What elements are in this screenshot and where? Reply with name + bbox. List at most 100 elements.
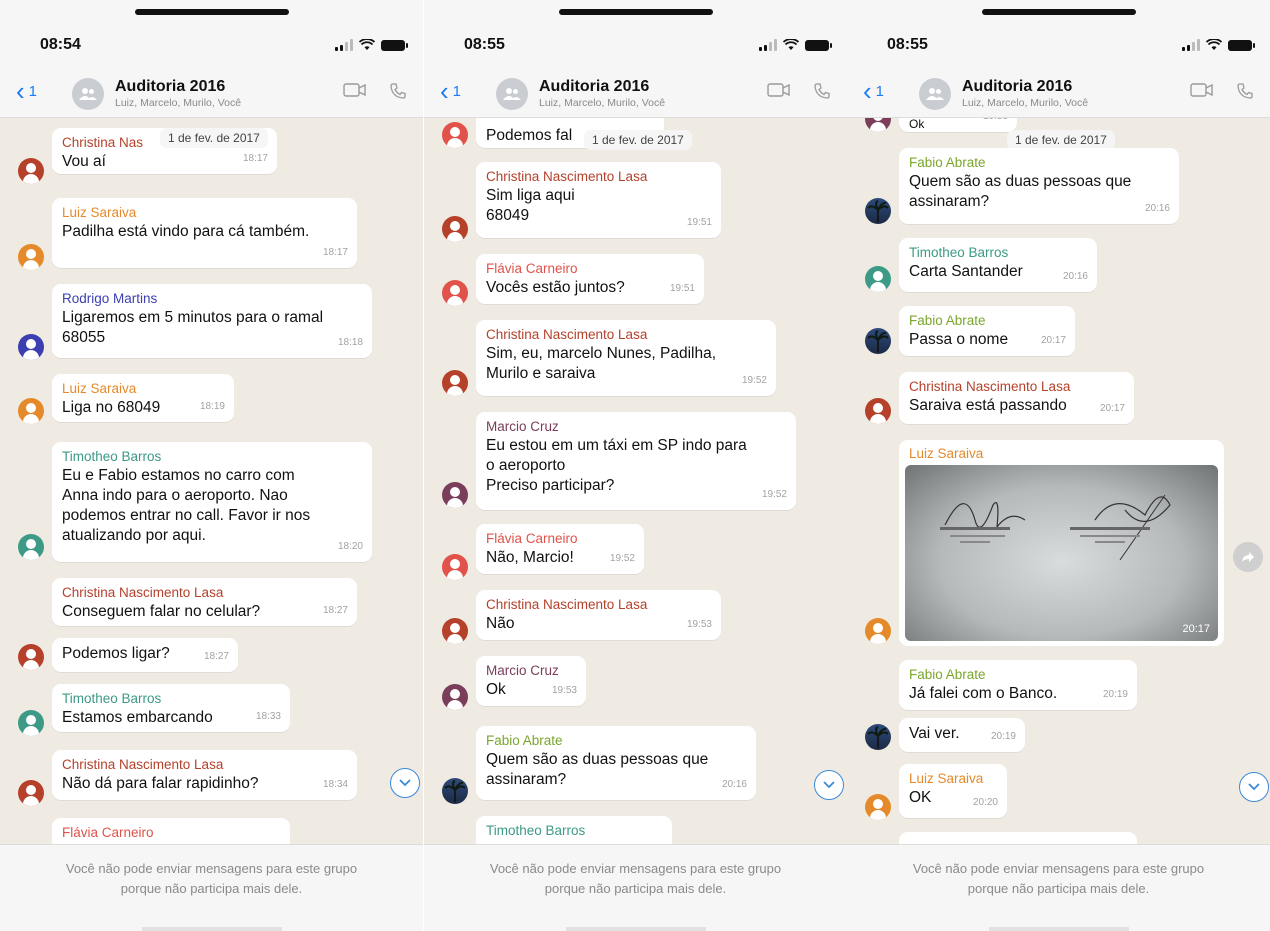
group-icon [79, 88, 97, 100]
message-bubble[interactable]: Christina Nascimento Lasa Sim, eu, marce… [476, 320, 776, 396]
message-bubble[interactable]: Fabio Abrate Quem são as duas pessoas qu… [476, 726, 756, 800]
avatar[interactable] [442, 684, 468, 710]
message-bubble[interactable]: Rodrigo Martins Ligaremos em 5 minutos p… [52, 284, 372, 358]
video-call-icon[interactable] [343, 82, 367, 98]
message-time: 18:33 [255, 711, 281, 722]
message-bubble[interactable]: Vai ver. 20:19 [899, 718, 1025, 752]
avatar[interactable] [865, 198, 891, 224]
message-bubble[interactable]: Flávia Carneiro Vocês estão juntos? 19:5… [476, 254, 704, 304]
avatar[interactable] [18, 710, 44, 736]
message-bubble[interactable]: Timotheo Barros Estamos embarcando 18:33 [52, 684, 290, 732]
message-sender: Christina Nascimento Lasa [909, 379, 1071, 394]
avatar[interactable] [18, 244, 44, 270]
palm-tree-icon [867, 726, 889, 748]
back-button[interactable]: ‹ 1 [863, 78, 885, 104]
message-sender: Christina Nascimento Lasa [62, 585, 224, 600]
avatar[interactable] [18, 534, 44, 560]
avatar[interactable] [442, 554, 468, 580]
video-call-icon[interactable] [767, 82, 791, 98]
message-sender: Marcio Cruz [486, 663, 559, 678]
message-sender: Christina Nascimento Lasa [62, 757, 224, 772]
group-avatar[interactable] [72, 78, 104, 110]
message-sender: Christina Nascimento Lasa [486, 597, 648, 612]
message-text: Carta Santander [909, 263, 1023, 280]
message-time: 20:16 [1062, 271, 1088, 282]
back-button[interactable]: ‹ 1 [16, 78, 37, 104]
message-bubble[interactable]: Christina Nascimento Lasa Conseguem fala… [52, 578, 357, 626]
chat-area[interactable]: Ok 19:53 1 de fev. de 2017 Fabio Abrate … [847, 118, 1270, 844]
message-bubble[interactable]: Ok 19:53 [899, 118, 1017, 132]
message-bubble[interactable]: Marcio Cruz Ok 19:53 [476, 656, 586, 706]
chat-area[interactable]: Podemos fal 1 de fev. de 2017 Christina … [424, 118, 847, 844]
chat-area[interactable]: Christina Nas Vou aí 18:17 1 de fev. de … [0, 118, 423, 844]
avatar[interactable] [442, 122, 468, 148]
phone-call-icon[interactable] [813, 82, 831, 100]
avatar[interactable] [442, 280, 468, 306]
avatar[interactable] [865, 794, 891, 820]
message-time: 18:18 [337, 337, 363, 348]
phone-call-icon[interactable] [1236, 82, 1254, 100]
message-text: Conseguem falar no celular? [62, 603, 261, 620]
avatar[interactable] [865, 398, 891, 424]
message-bubble[interactable]: Christina Nascimento Lasa Não 19:53 [476, 590, 721, 640]
message-bubble[interactable]: Christina Nascimento Lasa Sim liga aqui … [476, 162, 721, 238]
wifi-icon [783, 39, 799, 50]
message-bubble[interactable]: Marcio Cruz Eu estou em um táxi em SP in… [476, 412, 796, 510]
image-message[interactable]: Luiz Saraiva 20:17 [899, 440, 1224, 646]
message-bubble[interactable] [899, 832, 1137, 844]
message-bubble[interactable]: Fabio Abrate Quem são as duas pessoas qu… [899, 148, 1179, 224]
signature-document-photo[interactable]: 20:17 [905, 465, 1218, 641]
message-time: 18:17 [322, 247, 348, 258]
scroll-down-button[interactable] [814, 770, 844, 800]
avatar[interactable] [865, 724, 891, 750]
message-text: Vocês estão juntos? [486, 279, 625, 296]
message-bubble[interactable]: Flávia Carneiro Não, Marcio! 19:52 [476, 524, 644, 574]
message-bubble[interactable]: Christina Nascimento Lasa Não dá para fa… [52, 750, 357, 800]
avatar[interactable] [18, 334, 44, 360]
avatar[interactable] [18, 644, 44, 670]
status-icons [1182, 39, 1255, 51]
avatar[interactable] [865, 266, 891, 292]
wifi-icon [1206, 39, 1222, 50]
scroll-down-button[interactable] [1239, 772, 1269, 802]
avatar[interactable] [442, 216, 468, 242]
avatar[interactable] [442, 618, 468, 644]
message-bubble[interactable]: Timotheo Barros Carta Santander 20:16 [899, 238, 1097, 292]
home-indicator [141, 927, 282, 931]
avatar[interactable] [442, 482, 468, 508]
unread-count: 1 [875, 82, 885, 100]
avatar[interactable] [442, 370, 468, 396]
message-bubble[interactable]: Timotheo Barros Eu e Fabio estamos no ca… [52, 442, 372, 562]
phone-call-icon[interactable] [389, 82, 407, 100]
forward-button[interactable] [1233, 542, 1263, 572]
avatar[interactable] [865, 618, 891, 644]
back-button[interactable]: ‹ 1 [440, 78, 461, 104]
read-only-footer: Você não pode enviar mensagens para este… [424, 844, 847, 931]
message-bubble[interactable]: Luiz Saraiva Liga no 68049 18:19 [52, 374, 234, 422]
message-bubble[interactable]: Luiz Saraiva Padilha está vindo para cá … [52, 198, 357, 268]
avatar[interactable] [865, 328, 891, 354]
avatar[interactable] [18, 780, 44, 806]
group-title[interactable]: Auditoria 2016 [115, 78, 225, 96]
avatar[interactable] [18, 398, 44, 424]
message-bubble[interactable]: Podemos ligar? 18:27 [52, 638, 238, 672]
group-title[interactable]: Auditoria 2016 [962, 78, 1072, 96]
avatar[interactable] [18, 158, 44, 184]
message-time: 19:51 [686, 217, 712, 228]
phone-screen-3: 08:55 ‹ 1 Auditoria 2016 Luiz, Marcelo, M… [847, 0, 1270, 931]
group-avatar[interactable] [919, 78, 951, 110]
scroll-down-button[interactable] [390, 768, 420, 798]
group-title[interactable]: Auditoria 2016 [539, 78, 649, 96]
video-call-icon[interactable] [1190, 82, 1214, 98]
wifi-icon [359, 39, 375, 50]
message-bubble[interactable]: Fabio Abrate Já falei com o Banco. 20:19 [899, 660, 1137, 710]
message-bubble[interactable]: Timotheo Barros [476, 816, 672, 844]
message-bubble[interactable]: Flávia Carneiro [52, 818, 290, 844]
message-bubble[interactable]: Luiz Saraiva OK 20:20 [899, 764, 1007, 818]
group-avatar[interactable] [496, 78, 528, 110]
message-bubble[interactable]: Fabio Abrate Passa o nome 20:17 [899, 306, 1075, 356]
message-time: 20:17 [1040, 335, 1066, 346]
avatar[interactable] [865, 118, 891, 132]
message-bubble[interactable]: Christina Nascimento Lasa Saraiva está p… [899, 372, 1134, 424]
avatar[interactable] [442, 778, 468, 804]
